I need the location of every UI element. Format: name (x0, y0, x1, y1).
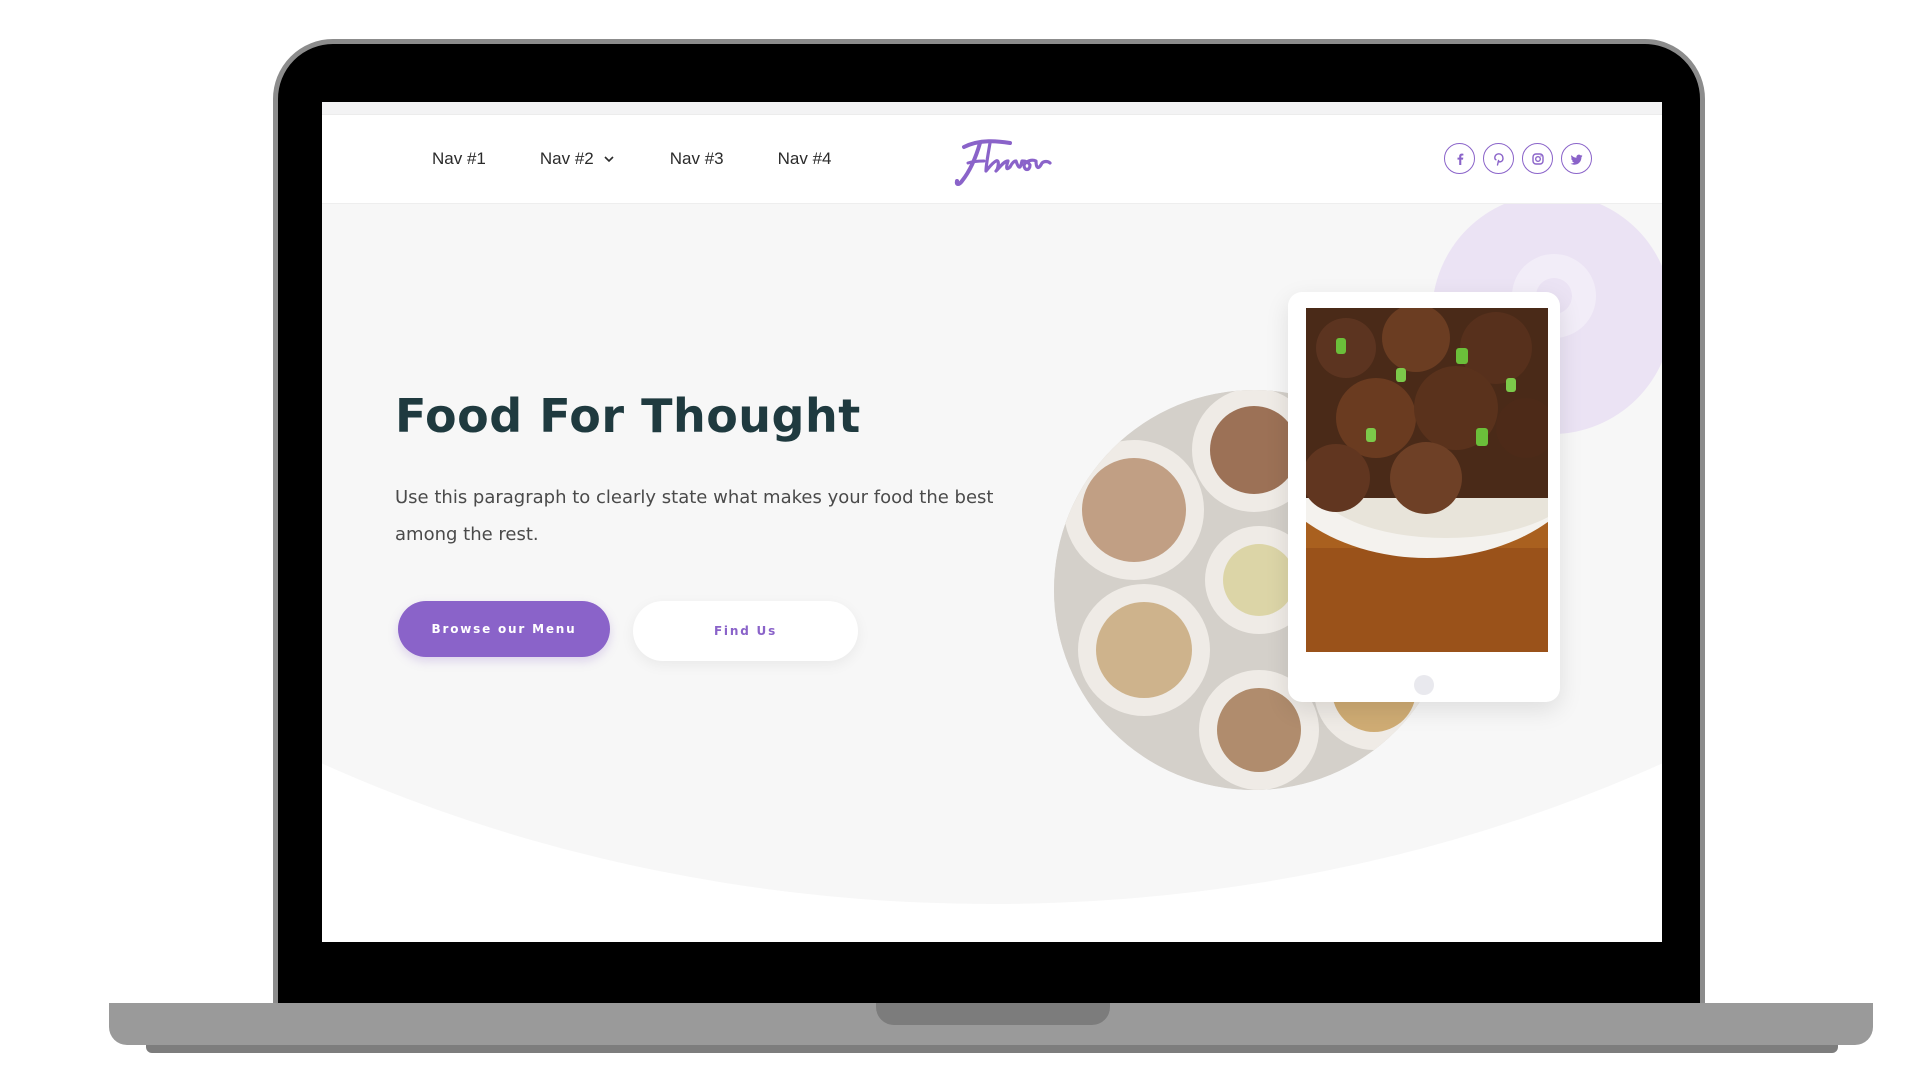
twitter-icon[interactable] (1561, 143, 1592, 174)
facebook-icon[interactable] (1444, 143, 1475, 174)
nav-item-1[interactable]: Nav #1 (432, 149, 486, 169)
main-nav: Nav #1 Nav #2 Nav #3 Nav #4 (432, 115, 886, 203)
top-strip (322, 102, 1662, 115)
site-header: Nav #1 Nav #2 Nav #3 Nav #4 (322, 115, 1662, 204)
hero-section: Food For Thought Use this paragraph to c… (322, 204, 1662, 942)
nav-item-4[interactable]: Nav #4 (778, 149, 832, 169)
social-links (1444, 143, 1592, 174)
nav-item-label: Nav #4 (777, 149, 832, 168)
hero-paragraph: Use this paragraph to clearly state what… (395, 487, 994, 545)
nav-item-label: Nav #2 (539, 149, 594, 168)
pinterest-icon[interactable] (1483, 143, 1514, 174)
chevron-down-icon (604, 156, 614, 163)
instagram-icon[interactable] (1522, 143, 1553, 174)
beef-rice-illustration (1306, 308, 1548, 652)
hero-title: Food For Thought (395, 389, 861, 443)
browse-menu-button[interactable]: Browse our Menu (398, 601, 610, 657)
dish-photo (1306, 308, 1548, 652)
nav-item-3[interactable]: Nav #3 (670, 149, 724, 169)
tablet-home-button (1414, 675, 1434, 695)
tablet-mockup (1288, 292, 1560, 702)
nav-item-label: Nav #3 (669, 149, 724, 168)
nav-item-label: Nav #1 (432, 149, 486, 168)
flavor-logo[interactable] (950, 133, 1060, 189)
laptop-notch (876, 1003, 1110, 1025)
find-us-button[interactable]: Find Us (633, 601, 858, 661)
nav-item-2[interactable]: Nav #2 (540, 149, 616, 169)
laptop-base-shadow (146, 1045, 1838, 1053)
laptop-screen: Nav #1 Nav #2 Nav #3 Nav #4 Food For Tho… (322, 102, 1662, 942)
